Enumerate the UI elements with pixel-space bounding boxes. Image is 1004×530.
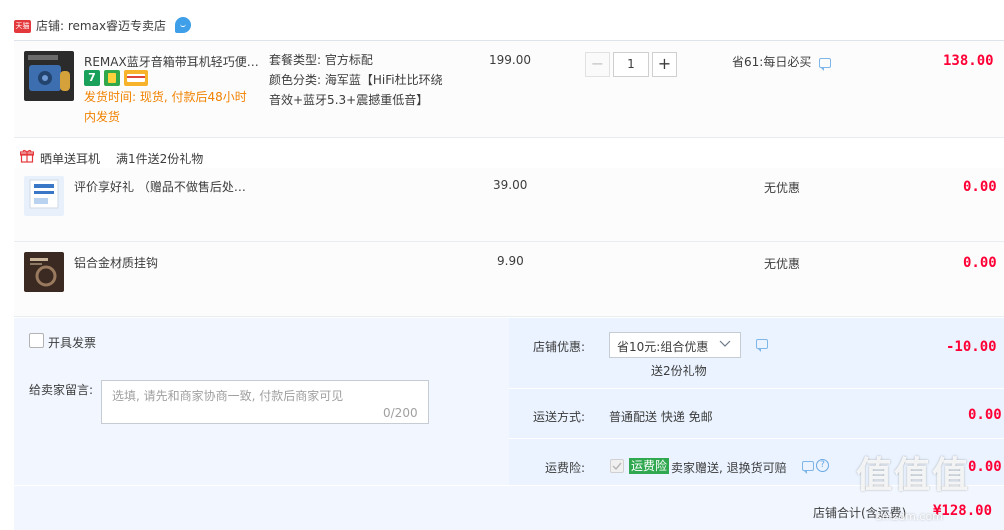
gift-promo: 无优惠 [764,181,801,195]
watermark-site: smzdm.com [876,510,943,523]
gift-total: 0.00 [963,179,997,195]
gift-title-link[interactable]: 评价享好礼 （赠品不做售后处… [74,178,254,195]
shipping-amount: 0.00 [968,407,1002,423]
chat-icon[interactable] [175,17,191,33]
unit-price: 199.00 [489,53,531,67]
divider [14,137,1004,138]
discount-message-icon[interactable] [756,339,768,352]
message-char-counter: 0/200 [383,406,418,420]
gift-promo: 无优惠 [764,257,801,271]
package-type: 套餐类型: 官方标配 [269,53,373,67]
gift-title-link[interactable]: 铝合金材质挂钩 [74,254,254,271]
gift-thumbnail[interactable] [24,252,64,292]
ship-time: 发货时间: 现货, 付款后48小时 [84,90,247,104]
product-title-link[interactable]: REMAX蓝牙音箱带耳机轻巧便… [84,53,260,70]
discount-gift-note: 送2份礼物 [651,364,707,378]
gift-total: 0.00 [963,255,997,271]
color-option: 颜色分类: 海军蓝【HiFi杜比环绕 [269,73,443,87]
divider [14,316,1004,317]
ship-time-cont: 内发货 [84,110,121,124]
item-total: 138.00 [943,53,994,69]
gift-icon [19,149,35,163]
message-placeholder: 选填, 请先和商家协商一致, 付款后商家可见 [112,389,344,403]
shop-discount-selected: 省10元:组合优惠 [617,340,709,354]
product-thumbnail[interactable] [24,51,74,101]
insurance-checkbox[interactable] [610,459,624,473]
color-option-cont: 音效+蓝牙5.3+震撼重低音】 [269,93,429,107]
watermark-logo: 值值值 [856,455,971,496]
gift-section-rule: 满1件送2份礼物 [116,152,204,166]
gift-section-title: 晒单送耳机 [40,152,101,166]
quantity-input[interactable]: 1 [613,52,649,77]
service-badge-icon [104,70,120,86]
quantity-decrease-button[interactable]: − [585,52,610,77]
insurance-badge: 运费险 [629,458,670,474]
message-label: 给卖家留言: [29,383,94,397]
gift-price: 39.00 [493,178,528,192]
credit-card-badge-icon [124,70,148,86]
shipping-label: 运送方式: [533,410,586,424]
shop-discount-amount: -10.00 [946,339,997,355]
seven-day-return-badge: 7 [84,70,100,86]
shipping-method: 普通配送 快递 免邮 [609,410,713,424]
insurance-description: 卖家赠送, 退换货可赔 [671,461,787,475]
divider [509,438,1004,439]
gift-price: 9.90 [497,254,524,268]
insurance-message-icon[interactable] [802,461,814,474]
gift-thumbnail[interactable] [24,176,64,216]
quantity-increase-button[interactable]: + [652,52,677,77]
help-icon[interactable]: ? [816,459,829,472]
shop-discount-label: 店铺优惠: [533,340,586,354]
insurance-amount: 0.00 [968,459,1002,475]
promo-message-icon[interactable] [819,58,831,71]
promo-text: 省61:每日必买 [732,55,812,69]
invoice-checkbox[interactable] [29,333,44,348]
divider [509,388,1004,389]
shop-name-link[interactable]: 店铺: remax睿迈专卖店 [36,17,166,34]
chevron-down-icon [719,338,731,348]
invoice-label[interactable]: 开具发票 [48,334,96,351]
insurance-label: 运费险: [545,461,586,475]
tmall-badge: 天猫 [14,20,31,33]
